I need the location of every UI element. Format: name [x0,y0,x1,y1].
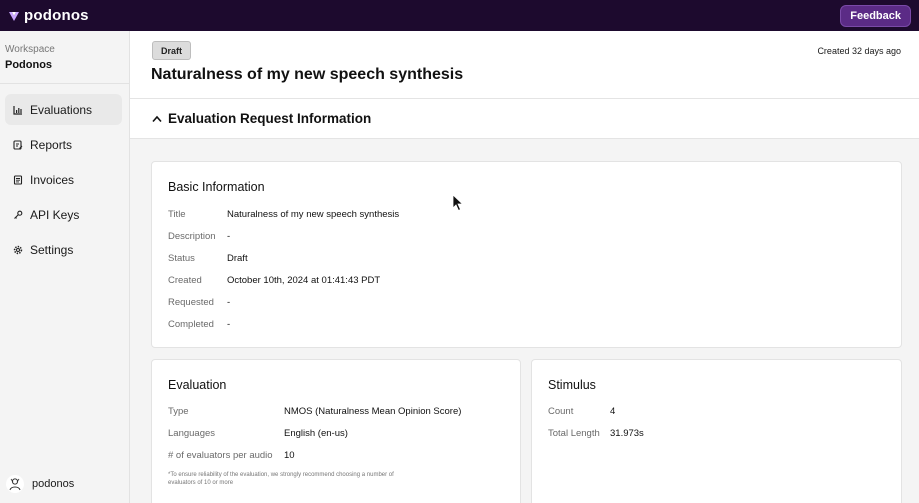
basic-information-card: Basic Information Title Naturalness of m… [151,161,902,348]
podonos-logo-icon [9,11,19,21]
info-value: - [227,231,231,242]
info-label: Title [168,209,186,220]
eval-row-evaluators: # of evaluators per audio 10 [168,450,295,461]
evaluation-card: Evaluation Type NMOS (Naturalness Mean O… [151,359,521,503]
sidebar-divider [0,83,130,84]
section-title: Evaluation Request Information [168,111,372,126]
info-value: - [227,297,231,308]
workspace-label: Workspace [5,44,55,55]
info-row-created: Created October 10th, 2024 at 01:41:43 P… [168,275,380,286]
card-heading: Basic Information [168,180,265,194]
info-row-title: Title Naturalness of my new speech synth… [168,209,399,220]
sidebar-item-reports[interactable]: Reports [5,129,122,160]
avatar [6,475,24,493]
info-value: - [227,319,231,330]
main-content: Draft Created 32 days ago Naturalness of… [130,31,919,503]
sidebar-nav: Evaluations Reports Invoices API Keys Se… [5,94,122,269]
info-label: Count [548,406,574,417]
sidebar-item-label: Reports [30,137,73,152]
info-label: Languages [168,428,216,439]
sidebar-item-label: Evaluations [30,102,93,117]
stim-row-total-length: Total Length 31.973s [548,428,644,439]
info-value: 31.973s [610,428,644,439]
info-row-status: Status Draft [168,253,248,264]
info-row-requested: Requested - [168,297,230,308]
sidebar-item-evaluations[interactable]: Evaluations [5,94,122,125]
sidebar-item-invoices[interactable]: Invoices [5,164,122,195]
info-value: Draft [227,253,248,264]
eval-row-type: Type NMOS (Naturalness Mean Opinion Scor… [168,406,461,417]
info-value: Naturalness of my new speech synthesis [227,209,400,220]
section-toggle[interactable]: Evaluation Request Information [130,99,919,139]
logo-text: podonos [24,7,89,24]
eval-row-languages: Languages English (en-us) [168,428,348,439]
report-icon [13,139,23,150]
sidebar-item-api-keys[interactable]: API Keys [5,199,122,230]
feedback-button[interactable]: Feedback [840,4,911,27]
sidebar-item-settings[interactable]: Settings [5,234,122,265]
info-label: # of evaluators per audio [168,450,273,461]
chart-icon [13,105,23,115]
stim-row-count: Count 4 [548,406,615,417]
info-label: Type [168,406,189,417]
gear-icon [13,245,23,255]
info-label: Description [168,231,216,242]
sidebar-item-label: API Keys [30,207,80,222]
mouse-cursor-icon [452,194,464,212]
created-timestamp: Created 32 days ago [817,46,901,56]
info-label: Created [168,275,202,286]
sidebar-item-label: Settings [30,242,74,257]
stimulus-card: Stimulus Count 4 Total Length 31.973s [531,359,902,503]
page-header: Draft Created 32 days ago Naturalness of… [130,31,919,99]
key-icon [13,210,23,220]
info-label: Requested [168,297,214,308]
info-value: 4 [610,406,616,417]
evaluator-recommendation-note: *To ensure reliability of the evaluation… [168,472,394,486]
info-value: English (en-us) [284,428,348,439]
page-title: Naturalness of my new speech synthesis [151,66,464,83]
card-heading: Stimulus [548,378,596,392]
info-label: Total Length [548,428,600,439]
chevron-up-icon [152,110,162,128]
info-row-description: Description - [168,231,230,242]
info-value: October 10th, 2024 at 01:41:43 PDT [227,275,381,286]
user-menu[interactable]: podonos [6,475,74,493]
status-badge: Draft [152,41,192,60]
sidebar: Workspace Podonos Evaluations Reports In… [0,31,130,503]
user-name: podonos [32,478,75,490]
info-label: Status [168,253,195,264]
workspace-name[interactable]: Podonos [5,59,52,71]
info-label: Completed [168,319,214,330]
sidebar-item-label: Invoices [30,172,75,187]
info-value: NMOS (Naturalness Mean Opinion Score) [284,406,462,417]
card-heading: Evaluation [168,378,227,392]
invoice-icon [13,174,23,185]
info-row-completed: Completed - [168,319,230,330]
info-value: 10 [284,450,295,461]
logo[interactable]: podonos [8,7,89,24]
top-bar: podonos Feedback [0,0,919,31]
